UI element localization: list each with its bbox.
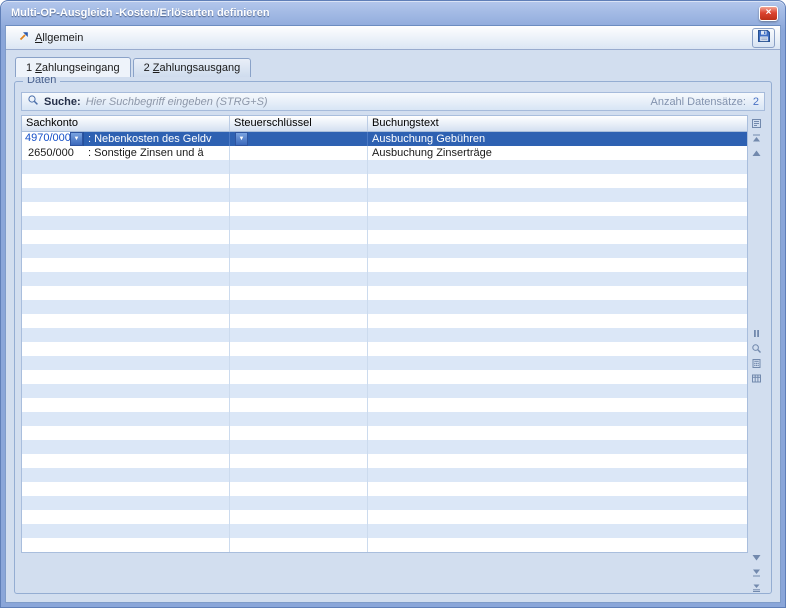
menu-allgemein[interactable]: Allgemein <box>11 28 90 47</box>
sachkonto-description: : Sonstige Zinsen und ä <box>88 147 204 160</box>
chevron-down-icon[interactable]: ▼ <box>70 132 83 146</box>
app-window: Multi-OP-Ausgleich -Kosten/Erlösarten de… <box>0 0 786 608</box>
grid-header: SachkontoSteuerschlüsselBuchungstext <box>22 116 747 132</box>
column-header[interactable]: Sachkonto <box>22 116 230 131</box>
scroll-top-icon[interactable] <box>750 132 763 145</box>
grid-toolbar <box>748 115 765 597</box>
zoom-icon[interactable] <box>750 342 763 355</box>
table-row-empty[interactable] <box>22 174 747 188</box>
table-row[interactable]: 4970/000 ▼ : Nebenkosten des Geldv ▼ Aus… <box>22 132 747 146</box>
table-row-empty[interactable] <box>22 356 747 370</box>
content: Daten Suche: Anzahl Datensätze: 2 Sachko… <box>6 77 780 602</box>
table-row-empty[interactable] <box>22 440 747 454</box>
column-header[interactable]: Steuerschlüssel <box>230 116 368 131</box>
steuerschluessel-cell[interactable]: ▼ <box>230 132 368 146</box>
table-body: 4970/000 ▼ : Nebenkosten des Geldv ▼ Aus… <box>22 132 747 552</box>
grid-view-icon[interactable] <box>750 372 763 385</box>
daten-groupbox: Daten Suche: Anzahl Datensätze: 2 Sachko… <box>14 81 772 594</box>
groupbox-legend: Daten <box>23 77 60 86</box>
buchungstext-cell[interactable]: Ausbuchung Gebühren <box>368 132 747 146</box>
table-row-empty[interactable] <box>22 412 747 426</box>
sachkonto-value[interactable]: 4970/000 <box>22 132 70 146</box>
sachkonto-value: 2650/000 <box>22 147 84 160</box>
column-header[interactable]: Buchungstext <box>368 116 747 131</box>
tab-1[interactable]: 1 Zahlungseingang <box>15 57 131 77</box>
table-row-empty[interactable] <box>22 258 747 272</box>
sachkonto-combo[interactable]: 4970/000 ▼ <box>22 132 84 146</box>
table-row-empty[interactable] <box>22 272 747 286</box>
sachkonto-description: : Nebenkosten des Geldv <box>88 133 212 146</box>
table-row-empty[interactable] <box>22 230 747 244</box>
data-grid: SachkontoSteuerschlüsselBuchungstext 497… <box>21 115 748 553</box>
last-record-icon[interactable] <box>750 581 763 594</box>
table-row-empty[interactable] <box>22 524 747 538</box>
table-row-empty[interactable] <box>22 538 747 552</box>
record-count-label: Anzahl Datensätze: <box>650 96 745 108</box>
record-count-value: 2 <box>753 96 759 108</box>
steuerschluessel-cell[interactable] <box>230 146 368 160</box>
table-row-empty[interactable] <box>22 300 747 314</box>
column-options-icon[interactable] <box>750 117 763 130</box>
sachkonto-cell[interactable]: 4970/000 ▼ : Nebenkosten des Geldv <box>22 132 230 146</box>
tabbar: 1 Zahlungseingang2 Zahlungsausgang <box>6 50 780 77</box>
scroll-bottom-icon[interactable] <box>750 566 763 579</box>
search-label: Suche: <box>44 96 81 108</box>
search-input[interactable] <box>86 96 646 108</box>
menu-allgemein-label: Allgemein <box>35 32 83 44</box>
tab-2[interactable]: 2 Zahlungsausgang <box>133 58 252 77</box>
sachkonto-cell[interactable]: 2650/000 : Sonstige Zinsen und ä <box>22 146 230 160</box>
table-row-empty[interactable] <box>22 370 747 384</box>
table-row-empty[interactable] <box>22 398 747 412</box>
table-area: SachkontoSteuerschlüsselBuchungstext 497… <box>21 115 765 597</box>
table-row-empty[interactable] <box>22 202 747 216</box>
table-row-empty[interactable] <box>22 454 747 468</box>
table-row-empty[interactable] <box>22 496 747 510</box>
titlebar: Multi-OP-Ausgleich -Kosten/Erlösarten de… <box>5 1 781 25</box>
scroll-down-icon[interactable] <box>750 551 763 564</box>
table-row-empty[interactable] <box>22 468 747 482</box>
table-row-empty[interactable] <box>22 510 747 524</box>
table-row-empty[interactable] <box>22 328 747 342</box>
calculator-icon[interactable] <box>750 357 763 370</box>
freeze-columns-icon[interactable] <box>750 327 763 340</box>
table-row-empty[interactable] <box>22 188 747 202</box>
client-area: Allgemein 1 Zahlungseingang2 Zahlungsaus… <box>5 25 781 603</box>
window-title: Multi-OP-Ausgleich -Kosten/Erlösarten de… <box>11 7 270 19</box>
buchungstext-cell[interactable]: Ausbuchung Zinserträge <box>368 146 747 160</box>
table-row-empty[interactable] <box>22 160 747 174</box>
table-row-empty[interactable] <box>22 244 747 258</box>
search-bar: Suche: Anzahl Datensätze: 2 <box>21 92 765 111</box>
table-row-empty[interactable] <box>22 384 747 398</box>
save-button[interactable] <box>752 28 775 48</box>
search-icon <box>27 94 39 109</box>
table-row-empty[interactable] <box>22 216 747 230</box>
scroll-up-icon[interactable] <box>750 147 763 160</box>
table-row-empty[interactable] <box>22 426 747 440</box>
close-button[interactable]: × <box>759 6 778 21</box>
save-icon <box>757 29 771 46</box>
chevron-down-icon[interactable]: ▼ <box>235 132 248 146</box>
table-row-empty[interactable] <box>22 342 747 356</box>
table-row-empty[interactable] <box>22 482 747 496</box>
menubar: Allgemein <box>6 26 780 50</box>
allgemein-arrow-icon <box>18 30 30 45</box>
table-row[interactable]: 2650/000 : Sonstige Zinsen und ä Ausbuch… <box>22 146 747 160</box>
table-row-empty[interactable] <box>22 314 747 328</box>
table-row-empty[interactable] <box>22 286 747 300</box>
